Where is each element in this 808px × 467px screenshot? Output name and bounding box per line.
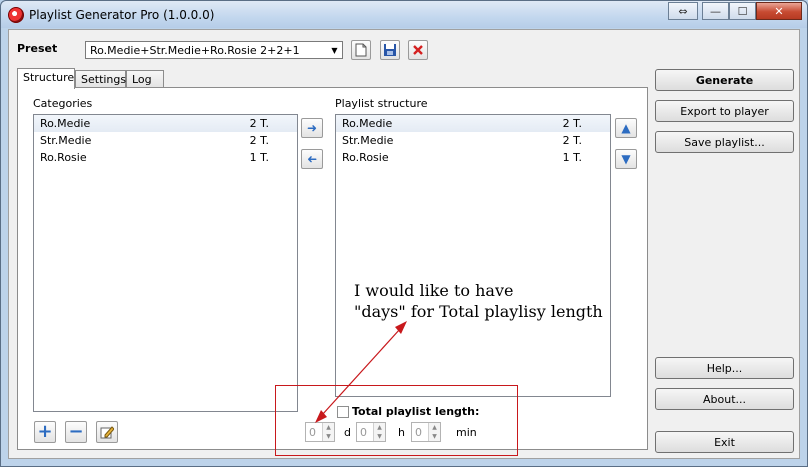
annotation-arrow xyxy=(315,321,407,423)
window-title: Playlist Generator Pro (1.0.0.0) xyxy=(29,8,215,22)
annotation-arrow-line xyxy=(321,328,401,416)
maximize-button[interactable]: ☐ xyxy=(729,2,756,20)
restore-resize-button[interactable]: ⇔ xyxy=(668,2,698,20)
close-button[interactable]: ✕ xyxy=(756,2,802,20)
tab-structure[interactable]: Structure xyxy=(17,68,75,89)
app-window: Playlist Generator Pro (1.0.0.0) ⇔ — ☐ ✕… xyxy=(0,0,808,467)
title-bar[interactable]: Playlist Generator Pro (1.0.0.0) ⇔ — ☐ ✕ xyxy=(1,1,807,28)
minimize-button[interactable]: — xyxy=(702,2,729,20)
app-logo-icon[interactable] xyxy=(8,7,24,23)
client-area: Preset Ro.Medie+Str.Medie+Ro.Rosie 2+2+1… xyxy=(8,29,800,459)
